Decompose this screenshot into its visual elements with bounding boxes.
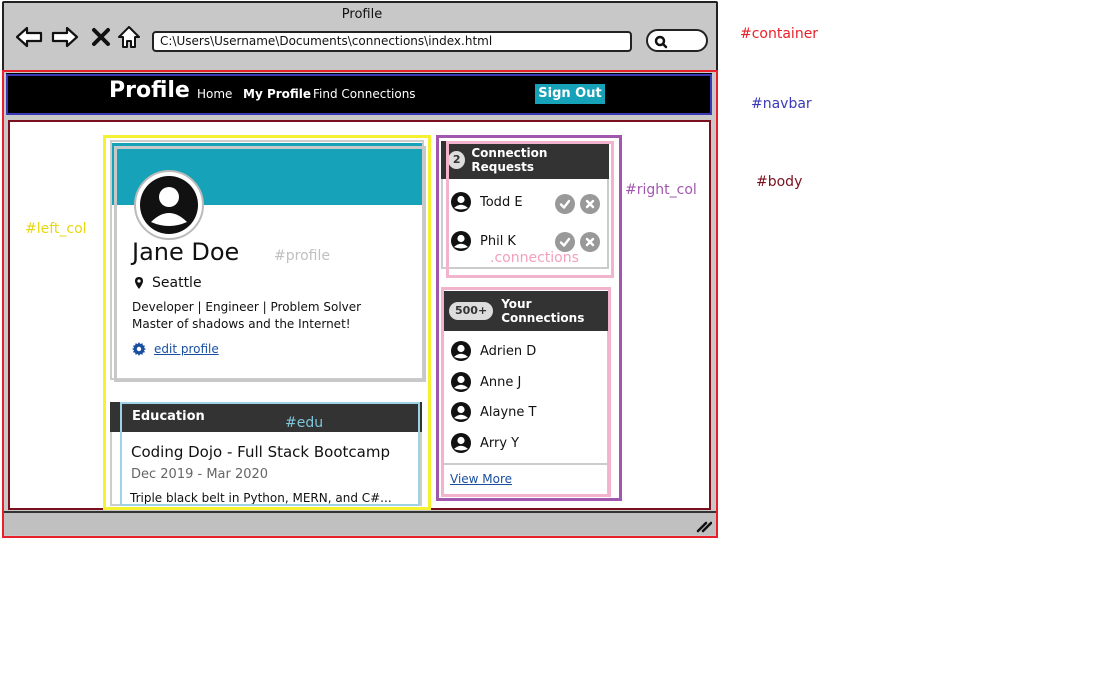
view-more-link[interactable]: View More [450, 472, 512, 486]
request-count-badge: 2 [448, 151, 466, 169]
divider [443, 463, 607, 465]
container-annotation: #container [740, 26, 819, 42]
map-pin-icon [135, 277, 143, 289]
profile-location: Seattle [134, 275, 202, 291]
x-icon [585, 199, 595, 209]
nav-link-my-profile[interactable]: My Profile [243, 87, 311, 101]
arrow-right-icon [51, 26, 79, 48]
url-bar[interactable]: C:\Users\Username\Documents\connections\… [152, 31, 632, 52]
window-title: Profile [341, 7, 383, 22]
request-item[interactable]: Todd E [450, 191, 523, 213]
edit-profile-label[interactable]: edit profile [154, 342, 219, 356]
profile-bio-line: Master of shadows and the Internet! [132, 317, 351, 331]
arrow-left-icon [15, 26, 43, 48]
navbar-annotation: #navbar [751, 96, 812, 112]
education-description: Triple black belt in Python, MERN, and C… [130, 491, 392, 505]
user-icon [451, 341, 471, 361]
profile-bio-line: Developer | Engineer | Problem Solver [132, 300, 362, 314]
resize-grip-icon[interactable] [696, 518, 713, 537]
accept-request-button[interactable] [555, 232, 575, 252]
check-icon [559, 237, 571, 247]
check-icon [559, 199, 571, 209]
nav-brand[interactable]: Profile [109, 78, 190, 103]
request-item[interactable]: Phil K [450, 230, 516, 252]
search-icon [654, 35, 668, 49]
connection-item[interactable]: Arry Y [450, 432, 519, 454]
close-icon [92, 28, 110, 46]
user-icon [451, 372, 471, 392]
request-name: Phil K [480, 233, 516, 249]
user-icon [451, 231, 471, 251]
x-icon [585, 237, 595, 247]
search-input[interactable] [646, 29, 708, 52]
nav-link-home[interactable]: Home [197, 87, 232, 101]
connection-item[interactable]: Alayne T [450, 401, 536, 423]
connection-item[interactable]: Adrien D [450, 340, 536, 362]
location-label: Seattle [152, 275, 202, 291]
gear-icon [132, 342, 146, 356]
edit-profile-link[interactable]: edit profile [132, 342, 219, 356]
profile-annotation: #profile [274, 248, 330, 264]
status-bar [2, 511, 716, 535]
request-name: Todd E [480, 194, 523, 210]
connection-name: Anne J [480, 374, 522, 390]
education-dates: Dec 2019 - Mar 2020 [131, 467, 269, 482]
connection-name: Adrien D [480, 343, 537, 359]
decline-request-button[interactable] [580, 232, 600, 252]
your-connections-header: 500+ Your Connections [441, 291, 609, 331]
connection-requests-title: Connection Requests [471, 146, 548, 174]
user-icon [451, 433, 471, 453]
nav-link-find-connections[interactable]: Find Connections [313, 87, 416, 101]
user-icon [451, 402, 471, 422]
decline-request-button[interactable] [580, 194, 600, 214]
home-icon [118, 26, 140, 48]
user-icon [451, 192, 471, 212]
connections-annotation: .connections [490, 250, 579, 266]
forward-button[interactable] [50, 22, 80, 52]
connection-count-badge: 500+ [449, 302, 494, 320]
connection-name: Alayne T [480, 404, 537, 420]
stop-button[interactable] [86, 22, 116, 52]
left-col-annotation: #left_col [25, 221, 87, 237]
connection-item[interactable]: Anne J [450, 371, 521, 393]
accept-request-button[interactable] [555, 194, 575, 214]
sign-out-button[interactable]: Sign Out [535, 84, 605, 104]
connection-requests-header: 2 Connection Requests [441, 141, 609, 179]
avatar [134, 170, 204, 240]
profile-name: Jane Doe [132, 238, 240, 266]
connection-name: Arry Y [480, 435, 520, 451]
edu-annotation: #edu [285, 415, 324, 431]
back-button[interactable] [14, 22, 44, 52]
home-button[interactable] [114, 22, 144, 52]
right-col-annotation: #right_col [625, 182, 697, 198]
body-annotation: #body [756, 174, 803, 190]
education-school: Coding Dojo - Full Stack Bootcamp [131, 443, 390, 461]
user-avatar-icon [140, 176, 198, 234]
education-header: Education [110, 402, 422, 432]
your-connections-title: Your Connections [501, 297, 585, 325]
